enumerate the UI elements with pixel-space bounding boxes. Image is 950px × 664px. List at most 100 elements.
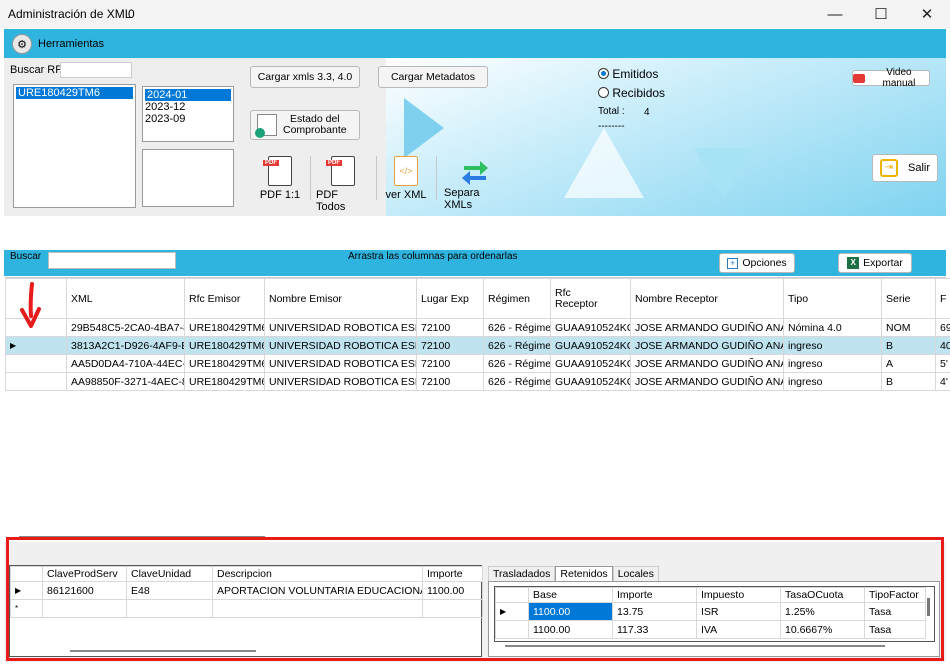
emitidos-label: Emitidos	[612, 67, 659, 81]
plus-icon: +	[727, 257, 739, 269]
table-cell[interactable]: NOM	[881, 318, 936, 337]
column-header[interactable]: Rfc Emisor	[184, 278, 265, 319]
video-manual-label: Video manual	[882, 67, 916, 89]
maximize-button[interactable]: ☐	[858, 0, 904, 28]
empty-list[interactable]	[142, 149, 234, 207]
column-header[interactable]: Tipo	[783, 278, 882, 319]
xml-grid[interactable]: XML Rfc Emisor Nombre Emisor Lugar Exp R…	[5, 277, 950, 542]
table-cell[interactable]: 40	[935, 336, 950, 355]
table-cell[interactable]: JOSE ARMANDO GUDIÑO ANAYA	[630, 372, 784, 391]
pdf-todos-button[interactable]: PDF PDF Todos	[316, 156, 370, 213]
video-manual-button[interactable]: Video manual	[852, 67, 930, 89]
table-cell[interactable]: URE180429TM6	[184, 336, 265, 355]
table-cell[interactable]: 626 - Régime...	[483, 372, 551, 391]
radio-unchecked-icon	[598, 87, 609, 98]
window-title: Administración de XML	[8, 7, 132, 21]
table-cell[interactable]: 626 - Régime...	[483, 336, 551, 355]
exportar-button[interactable]: X Exportar	[838, 253, 912, 273]
table-cell[interactable]: UNIVERSIDAD ROBOTICA ESPA...	[264, 372, 417, 391]
column-header[interactable]: Nombre Receptor	[630, 278, 784, 319]
cargar-metadatos-button[interactable]: Cargar Metadatos	[378, 66, 488, 88]
table-cell[interactable]: URE180429TM6	[184, 354, 265, 373]
column-header[interactable]: F	[935, 278, 950, 319]
rfc-list[interactable]: URE180429TM6	[13, 84, 136, 208]
recibidos-option[interactable]: Recibidos	[598, 86, 665, 100]
toolbar-separator	[436, 156, 437, 200]
table-cell[interactable]: 72100	[416, 318, 484, 337]
table-cell[interactable]: JOSE ARMANDO GUDIÑO ANAYA	[630, 336, 784, 355]
column-header[interactable]: Rfc Receptor	[550, 278, 631, 319]
table-cell[interactable]: AA5D0DA4-710A-44EC-8...	[66, 354, 185, 373]
table-cell[interactable]: Nómina 4.0	[783, 318, 882, 337]
period-item[interactable]: 2023-09	[143, 113, 233, 125]
opciones-button[interactable]: + Opciones	[719, 253, 795, 273]
table-cell[interactable]: 4'	[935, 372, 950, 391]
table-cell[interactable]: 29B548C5-2CA0-4BA7-8...	[66, 318, 185, 337]
ver-xml-button[interactable]: </> ver XML	[384, 156, 428, 201]
table-row[interactable]: 29B548C5-2CA0-4BA7-8...URE180429TM6UNIVE…	[5, 318, 950, 337]
pdf-todos-label: PDF Todos	[316, 189, 346, 213]
column-header[interactable]: Nombre Emisor	[264, 278, 417, 319]
table-cell[interactable]: 69	[935, 318, 950, 337]
table-cell[interactable]: ingreso	[783, 354, 882, 373]
pdf-11-button[interactable]: PDF PDF 1:1	[258, 156, 302, 201]
close-button[interactable]: ✕	[904, 0, 950, 28]
table-cell[interactable]: 72100	[416, 336, 484, 355]
table-cell[interactable]: GUAA910524KC4	[550, 354, 631, 373]
estado-line2: Comprobante	[283, 124, 347, 136]
table-cell[interactable]: GUAA910524KC4	[550, 318, 631, 337]
period-list[interactable]: 2024-01 2023-12 2023-09	[142, 86, 234, 142]
buscar-input[interactable]	[48, 252, 176, 269]
xml-file-icon: </>	[394, 156, 418, 186]
cargar-xmls-button[interactable]: Cargar xmls 3.3, 4.0	[250, 66, 360, 88]
period-item[interactable]: 2023-12	[143, 101, 233, 113]
table-cell[interactable]: A	[881, 354, 936, 373]
decor-shard-2	[694, 148, 754, 198]
salir-button[interactable]: ⇥ Salir	[872, 154, 938, 182]
separa-xmls-button[interactable]: Separa XMLs	[444, 156, 506, 211]
table-row[interactable]: AA98850F-3271-4AEC-8F...URE180429TM6UNIV…	[5, 372, 950, 391]
column-header[interactable]: XML	[66, 278, 185, 319]
rfc-input[interactable]	[60, 62, 132, 78]
column-header[interactable]: Lugar Exp	[416, 278, 484, 319]
table-cell[interactable]: 72100	[416, 372, 484, 391]
table-cell[interactable]: GUAA910524KC4	[550, 372, 631, 391]
period-item[interactable]: 2024-01	[145, 89, 231, 101]
rfc-list-item[interactable]: URE180429TM6	[16, 87, 133, 99]
table-cell[interactable]: URE180429TM6	[184, 372, 265, 391]
row-header[interactable]: ▶	[5, 336, 67, 355]
table-cell[interactable]: AA98850F-3271-4AEC-8F...	[66, 372, 185, 391]
table-row[interactable]: ▶3813A2C1-D926-4AF9-B9...URE180429TM6UNI…	[5, 336, 950, 355]
table-cell[interactable]: GUAA910524KC4	[550, 336, 631, 355]
table-cell[interactable]: B	[881, 372, 936, 391]
salir-label: Salir	[907, 162, 930, 174]
search-bar: Buscar Arrastra las columnas para ordena…	[4, 250, 946, 276]
herramientas-menu[interactable]: ⚙ Herramientas	[12, 33, 112, 55]
herramientas-label: Herramientas	[38, 38, 105, 50]
row-header[interactable]	[5, 372, 67, 391]
emitidos-option[interactable]: Emitidos	[598, 67, 658, 81]
column-header[interactable]: Régimen	[483, 278, 551, 319]
table-cell[interactable]: JOSE ARMANDO GUDIÑO ANAYA	[630, 318, 784, 337]
gear-icon: ⚙	[12, 34, 32, 54]
table-cell[interactable]: 626 - Régime...	[483, 318, 551, 337]
estado-comprobante-button[interactable]: Estado del Comprobante	[250, 110, 360, 140]
table-cell[interactable]: JOSE ARMANDO GUDIÑO ANAYA	[630, 354, 784, 373]
table-cell[interactable]: 626 - Régime...	[483, 354, 551, 373]
table-cell[interactable]: 72100	[416, 354, 484, 373]
toolbar-separator	[310, 156, 311, 200]
table-cell[interactable]: URE180429TM6	[184, 318, 265, 337]
table-cell[interactable]: UNIVERSIDAD ROBOTICA ESPA...	[264, 354, 417, 373]
table-cell[interactable]: B	[881, 336, 936, 355]
table-cell[interactable]: ingreso	[783, 336, 882, 355]
table-cell[interactable]: UNIVERSIDAD ROBOTICA ESPA...	[264, 336, 417, 355]
table-cell[interactable]: ingreso	[783, 372, 882, 391]
minimize-button[interactable]: —	[812, 0, 858, 28]
table-row[interactable]: AA5D0DA4-710A-44EC-8...URE180429TM6UNIVE…	[5, 354, 950, 373]
table-cell[interactable]: 3813A2C1-D926-4AF9-B9...	[66, 336, 185, 355]
column-header[interactable]: Serie	[881, 278, 936, 319]
row-header[interactable]	[5, 354, 67, 373]
exportar-label: Exportar	[863, 257, 903, 269]
table-cell[interactable]: 5'	[935, 354, 950, 373]
table-cell[interactable]: UNIVERSIDAD ROBOTICA ESPA...	[264, 318, 417, 337]
